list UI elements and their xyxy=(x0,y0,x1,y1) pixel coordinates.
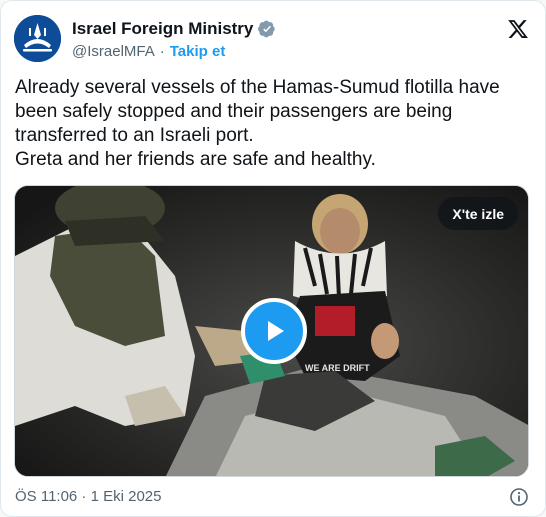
follow-button[interactable]: Takip et xyxy=(170,43,226,60)
tweet-text: Already several vessels of the Hamas-Sum… xyxy=(15,76,535,172)
tweet-line: Greta and her friends are safe and healt… xyxy=(15,149,376,170)
tweet-card: Israel Foreign Ministry @IsraelMFA · Tak… xyxy=(0,0,546,517)
x-logo-icon[interactable] xyxy=(506,18,530,40)
account-handle[interactable]: @IsraelMFA xyxy=(72,43,155,60)
tweet-line: transferred to an Israeli port. xyxy=(15,125,254,146)
play-icon xyxy=(268,321,284,341)
video-player[interactable]: WE ARE DRIFT X'te izle xyxy=(14,185,529,477)
account-name-row: Israel Foreign Ministry xyxy=(72,18,276,40)
tweet-line: been safely stopped and their passengers… xyxy=(15,101,453,122)
tweet-timestamp[interactable]: ÖS 11:06 · 1 Eki 2025 xyxy=(15,488,161,505)
watch-on-x-button[interactable]: X'te izle xyxy=(438,197,518,230)
israel-emblem-icon xyxy=(14,15,61,62)
tweet-line: Already several vessels of the Hamas-Sum… xyxy=(15,77,500,98)
shirt-print: WE ARE DRIFT xyxy=(305,363,370,373)
verified-badge-icon xyxy=(258,20,276,38)
handle-row: @IsraelMFA · Takip et xyxy=(72,41,225,61)
avatar[interactable] xyxy=(14,15,61,62)
info-icon[interactable] xyxy=(509,487,529,507)
play-button[interactable] xyxy=(241,298,307,364)
display-name[interactable]: Israel Foreign Ministry xyxy=(72,19,253,39)
separator-dot: · xyxy=(159,42,165,60)
